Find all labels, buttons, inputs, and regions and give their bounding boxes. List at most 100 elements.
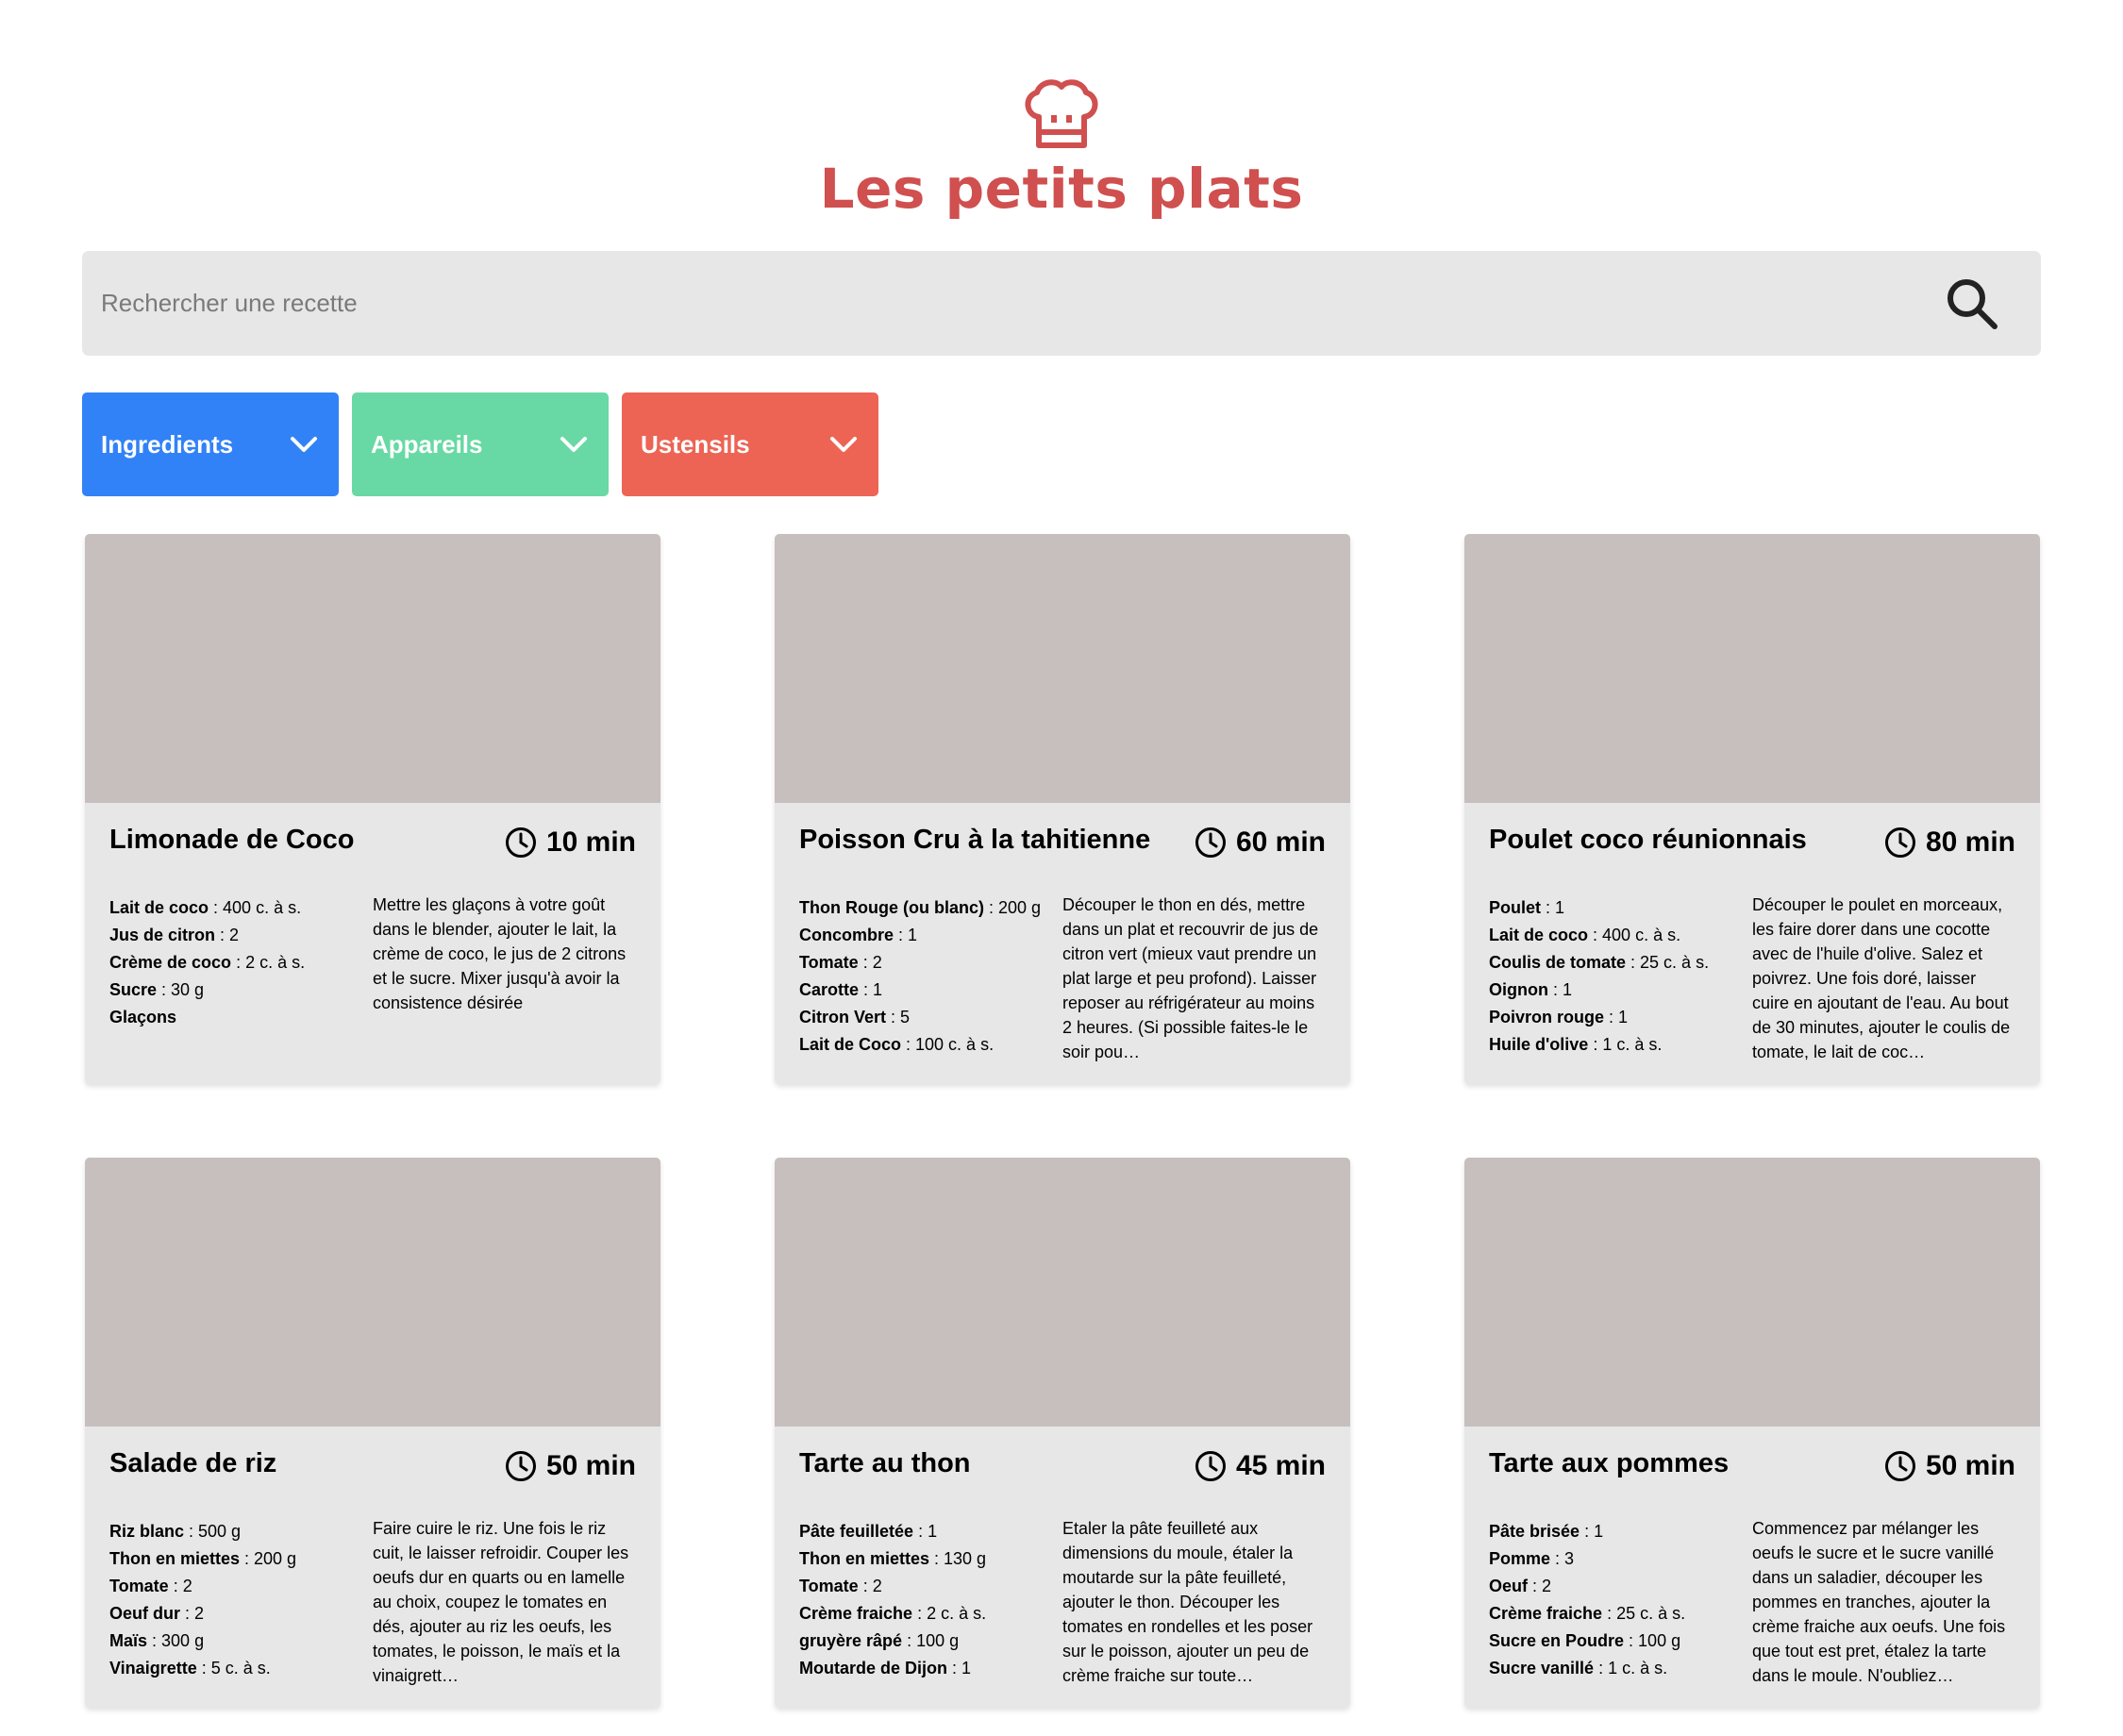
time-value: 80 min [1925,826,2015,858]
ingredient-quantity: : 2 [215,926,240,944]
ingredient-item: Maïs : 300 g [109,1628,355,1655]
ingredient-quantity: : 2 [1528,1577,1552,1595]
ingredient-name: Jus de citron [109,926,216,944]
ingredient-quantity: : 2 c. à s. [912,1604,987,1623]
ingredient-item: Pâte brisée : 1 [1489,1518,1734,1545]
recipe-name: Poulet coco réunionnais [1489,825,1807,855]
filter-label: Ustensils [641,429,750,459]
ingredient-quantity: : 30 g [157,980,205,999]
ingredient-quantity: : 200 g [983,898,1042,917]
ingredient-item: Crème de coco : 2 c. à s. [109,949,355,976]
ingredient-quantity: : 400 c. à s. [209,898,302,917]
time-value: 50 min [545,1450,636,1481]
recipe-time: 10 min [505,826,636,859]
ingredient-item: Jus de citron : 2 [109,922,355,949]
recipe-name: Poisson Cru à la tahitienne [799,825,1151,855]
ingredients-filter-button[interactable]: Ingredients [82,392,339,496]
ingredient-quantity: : 100 c. à s. [901,1035,995,1054]
ingredient-item: Thon en miettes : 130 g [799,1545,1045,1573]
ingredient-quantity: : 3 [1550,1549,1575,1568]
ingredient-name: Thon en miettes [799,1549,930,1568]
ingredient-item: Tomate : 2 [799,1573,1045,1600]
recipe-card[interactable]: Limonade de Coco 10 min Lait de coco : 4… [85,534,660,1084]
ingredient-item: Huile d'olive : 1 c. à s. [1489,1031,1734,1059]
clock-icon [1195,1451,1226,1481]
ingredient-quantity: : 1 [894,926,918,944]
appareils-filter-button[interactable]: Appareils [352,392,609,496]
recipe-description: Découper le thon en dés, mettre dans un … [1062,895,1319,1061]
time-value: 60 min [1235,826,1326,858]
ingredient-quantity: : 300 g [147,1631,205,1650]
recipe-image [1464,1158,2040,1427]
ingredient-item: Thon en miettes : 200 g [109,1545,355,1573]
ingredient-item: Lait de Coco : 100 c. à s. [799,1031,1045,1059]
search-input[interactable] [101,251,1894,356]
search-icon[interactable] [1945,276,1999,331]
recipe-image [775,534,1350,803]
ingredient-item: Glaçons [109,1004,355,1031]
recipe-time: 60 min [1195,826,1326,859]
ingredient-name: Sucre vanillé [1489,1659,1595,1678]
ingredient-quantity: : 2 [858,953,882,972]
ingredient-name: Tomate [109,1577,169,1595]
ingredient-quantity: : 200 g [240,1549,297,1568]
ingredient-quantity: : 1 [947,1659,972,1678]
filter-label: Ingredients [101,429,234,459]
filter-bar: Ingredients Appareils Ustensils [82,392,878,496]
ingredient-item: Pâte feuilletée : 1 [799,1518,1045,1545]
ingredient-name: Poulet [1489,898,1542,917]
ingredient-item: Sucre : 30 g [109,976,355,1004]
clock-icon [1195,827,1226,858]
ingredient-name: Lait de Coco [799,1035,902,1054]
ingredient-name: Thon en miettes [109,1549,241,1568]
clock-icon [1884,1451,1915,1481]
recipe-card[interactable]: Tarte au thon 45 min Pâte feuilletée : 1… [775,1158,1350,1708]
ingredient-quantity: : 1 [913,1522,938,1541]
ingredient-item: Oeuf : 2 [1489,1573,1734,1600]
page-title: Les petits plats [819,157,1304,221]
ingredient-name: Pâte brisée [1489,1522,1580,1541]
recipe-card[interactable]: Tarte aux pommes 50 min Pâte brisée : 1 … [1464,1158,2040,1708]
ingredient-name: Tomate [799,953,859,972]
ingredient-quantity: : 1 [1580,1522,1604,1541]
ingredient-name: Sucre en Poudre [1489,1631,1625,1650]
ingredient-item: Concombre : 1 [799,922,1045,949]
chevron-down-icon [291,437,317,452]
ingredient-item: Lait de coco : 400 c. à s. [109,894,355,922]
ingredient-name: Crème fraiche [1489,1604,1603,1623]
ingredient-item: Sucre en Poudre : 100 g [1489,1628,1734,1655]
ingredient-quantity: : 2 c. à s. [231,953,306,972]
ingredient-name: Carotte [799,980,860,999]
recipe-image [1464,534,2040,803]
ingredient-list: Thon Rouge (ou blanc) : 200 g Concombre … [799,894,1045,1059]
ingredient-item: Poivron rouge : 1 [1489,1004,1734,1031]
ingredient-name: Moutarde de Dijon [799,1659,947,1678]
recipe-image [85,1158,660,1427]
ingredient-list: Pâte brisée : 1 Pomme : 3 Oeuf : 2 Crème… [1489,1518,1734,1682]
ingredient-quantity: : 1 [1547,980,1572,999]
ingredient-item: gruyère râpé : 100 g [799,1628,1045,1655]
ingredient-item: Tomate : 2 [799,949,1045,976]
recipe-card[interactable]: Poisson Cru à la tahitienne 60 min Thon … [775,534,1350,1084]
recipe-card[interactable]: Poulet coco réunionnais 80 min Poulet : … [1464,534,2040,1084]
ingredient-name: Pomme [1489,1549,1551,1568]
ingredient-quantity: : 2 [858,1577,882,1595]
filter-label: Appareils [371,429,483,459]
ustensils-filter-button[interactable]: Ustensils [622,392,878,496]
ingredient-list: Pâte feuilletée : 1 Thon en miettes : 13… [799,1518,1045,1682]
recipe-card[interactable]: Salade de riz 50 min Riz blanc : 500 g T… [85,1158,660,1708]
recipe-description: Faire cuire le riz. Une fois le riz cuit… [373,1519,629,1685]
recipe-name: Salade de riz [109,1448,277,1478]
ingredient-item: Pomme : 3 [1489,1545,1734,1573]
ingredient-item: Vinaigrette : 5 c. à s. [109,1655,355,1682]
time-value: 50 min [1925,1450,2015,1481]
ingredient-quantity: : 100 g [1624,1631,1681,1650]
ingredient-quantity: : 500 g [184,1522,242,1541]
ingredient-quantity: : 25 c. à s. [1626,953,1710,972]
recipe-image [85,534,660,803]
ingredient-quantity: : 1 c. à s. [1594,1659,1668,1678]
ingredient-quantity: : 2 [180,1604,205,1623]
ingredient-name: Oeuf dur [109,1604,180,1623]
ingredient-name: gruyère râpé [799,1631,903,1650]
ingredient-quantity: : 5 c. à s. [196,1659,271,1678]
